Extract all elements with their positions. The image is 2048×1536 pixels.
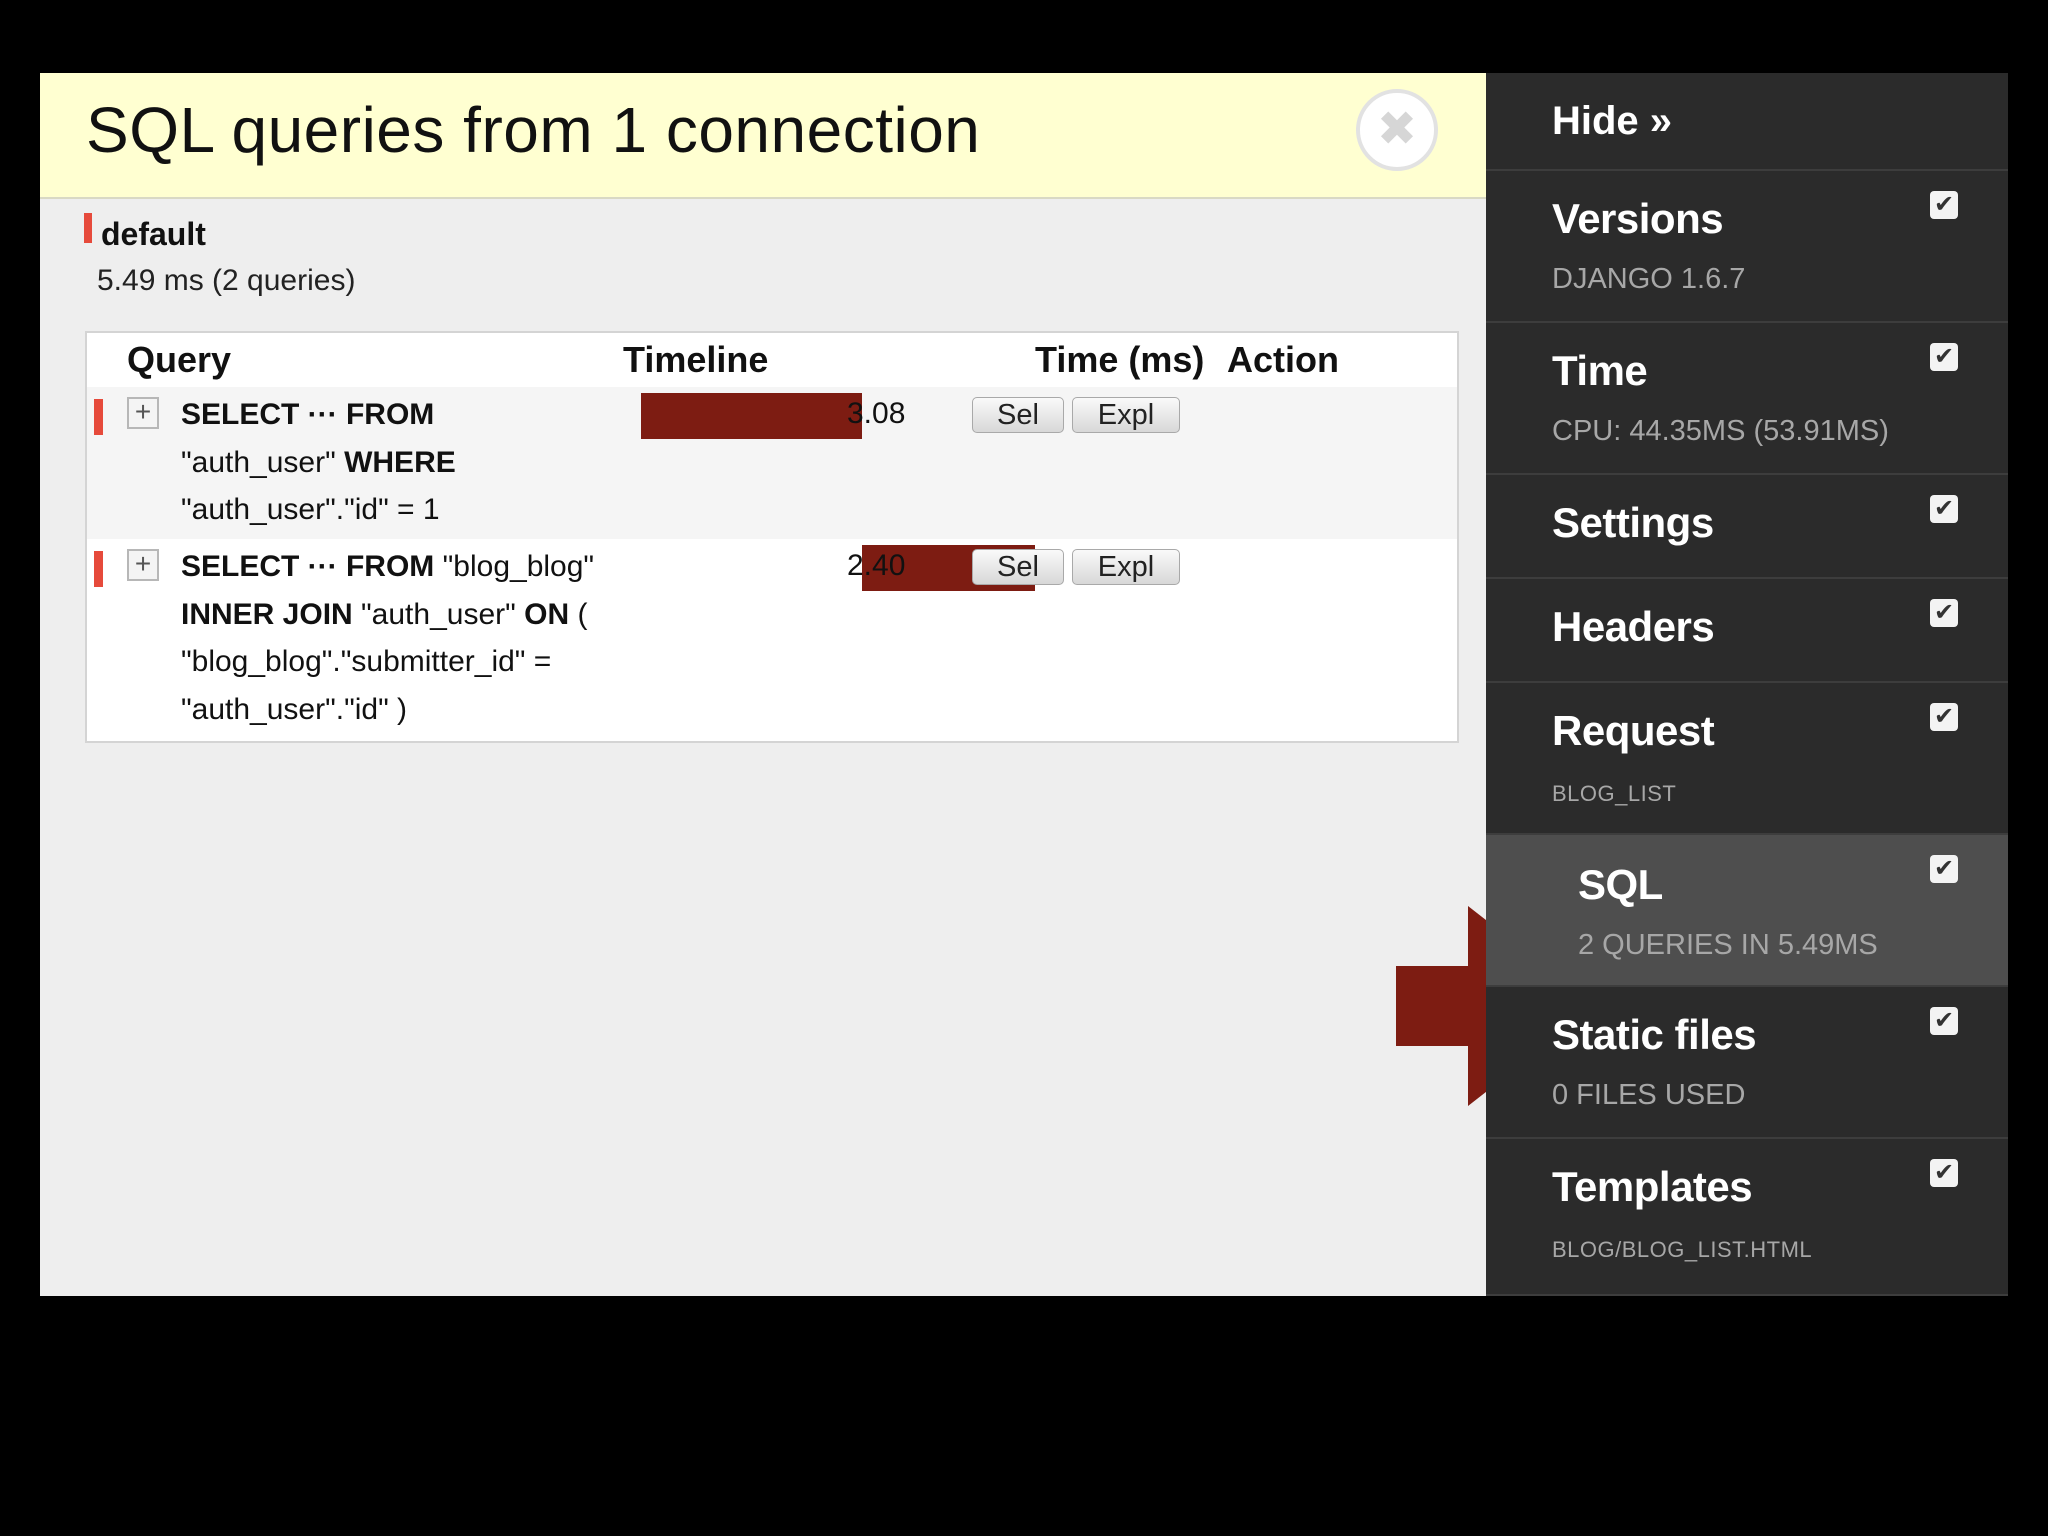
sql-keyword: ON xyxy=(524,597,578,631)
select-button[interactable]: Sel xyxy=(972,549,1064,585)
hide-toolbar-label: Hide » xyxy=(1552,99,1673,143)
column-header-action: Action xyxy=(1227,339,1339,380)
sql-line: SELECT ··· FROM "blog_blog" xyxy=(181,543,641,591)
toggle-checkbox-icon[interactable]: ✔ xyxy=(1930,495,1958,523)
toolbar-item-headers[interactable]: Headers ✔ xyxy=(1486,579,2008,683)
close-icon[interactable]: ✖ xyxy=(1356,89,1438,171)
connection-color-marker xyxy=(84,213,92,243)
panel-header: SQL queries from 1 connection ✖ xyxy=(40,73,1486,199)
toolbar-item-templates[interactable]: Templates BLOG/BLOG_LIST.HTML ✔ xyxy=(1486,1139,2008,1296)
explain-button[interactable]: Expl xyxy=(1072,397,1180,433)
toggle-checkbox-icon[interactable]: ✔ xyxy=(1930,1007,1958,1035)
query-color-marker xyxy=(94,551,103,587)
query-time: 3.08 xyxy=(847,397,906,430)
toolbar-item-subtitle: BLOG/BLOG_LIST.HTML xyxy=(1552,1237,1813,1262)
sql-keyword: SELECT ··· FROM xyxy=(181,398,435,431)
toolbar-item-title: Versions xyxy=(1552,195,1724,242)
sql-fragment: "auth_user"."id" ) xyxy=(181,692,408,726)
sql-line: INNER JOIN "auth_user" ON ( xyxy=(181,591,641,639)
toggle-checkbox-icon[interactable]: ✔ xyxy=(1930,343,1958,371)
connection-name: default xyxy=(101,216,206,252)
query-color-marker xyxy=(94,399,103,435)
query-time: 2.40 xyxy=(847,549,906,582)
sql-line: "auth_user"."id" = 1 xyxy=(181,486,641,534)
query-table: Query Timeline Time (ms) Action + SELECT… xyxy=(85,331,1459,743)
toolbar-item-title: Static files xyxy=(1552,1011,1757,1058)
expand-plus-icon[interactable]: + xyxy=(127,397,159,429)
sql-query-text: SELECT ··· FROM "auth_user" WHERE "auth_us… xyxy=(181,391,641,534)
sql-keyword: INNER JOIN xyxy=(181,597,362,631)
toolbar-item-title: Templates xyxy=(1552,1163,1753,1210)
timeline-bar xyxy=(641,393,863,439)
sql-query-text: SELECT ··· FROM "blog_blog" INNER JOIN "a… xyxy=(181,543,641,733)
toolbar-item-subtitle: DJANGO 1.6.7 xyxy=(1552,263,1746,295)
sql-keyword: SELECT ··· FROM xyxy=(181,550,443,583)
sql-fragment: ( xyxy=(577,597,588,631)
select-button[interactable]: Sel xyxy=(972,397,1064,433)
toolbar-item-versions[interactable]: Versions DJANGO 1.6.7 ✔ xyxy=(1486,171,2008,323)
debug-toolbar-sidebar: Hide » Versions DJANGO 1.6.7 ✔ Time CPU: 44.… xyxy=(1486,73,2008,1296)
expand-plus-icon[interactable]: + xyxy=(127,549,159,581)
toolbar-item-subtitle: CPU: 44.35MS (53.91MS) xyxy=(1552,415,1889,447)
toolbar-item-subtitle: 0 FILES USED xyxy=(1552,1079,1746,1111)
sql-line: SELECT ··· FROM xyxy=(181,391,641,439)
toggle-checkbox-icon[interactable]: ✔ xyxy=(1930,599,1958,627)
debug-toolbar-frame: SQL queries from 1 connection ✖ default … xyxy=(40,73,2008,1296)
toolbar-item-request[interactable]: Request BLOG_LIST ✔ xyxy=(1486,683,2008,835)
toolbar-item-sql[interactable]: SQL 2 QUERIES IN 5.49MS ✔ xyxy=(1486,835,2008,987)
toggle-checkbox-icon[interactable]: ✔ xyxy=(1930,855,1958,883)
column-header-timeline: Timeline xyxy=(623,339,769,380)
toggle-checkbox-icon[interactable]: ✔ xyxy=(1930,703,1958,731)
toolbar-item-title: Settings xyxy=(1552,499,1714,546)
toolbar-item-subtitle: 2 QUERIES IN 5.49MS xyxy=(1578,929,1878,961)
toolbar-item-time[interactable]: Time CPU: 44.35MS (53.91MS) ✔ xyxy=(1486,323,2008,475)
explain-button[interactable]: Expl xyxy=(1072,549,1180,585)
toolbar-item-title: SQL xyxy=(1578,861,1663,908)
toggle-checkbox-icon[interactable]: ✔ xyxy=(1930,191,1958,219)
toolbar-item-title: Request xyxy=(1552,707,1715,754)
toolbar-item-static-files[interactable]: Static files 0 FILES USED ✔ xyxy=(1486,987,2008,1139)
toolbar-item-title: Headers xyxy=(1552,603,1715,650)
sql-fragment: "auth_user" xyxy=(181,445,345,479)
table-row: + SELECT ··· FROM "blog_blog" INNER JOIN … xyxy=(87,539,1457,741)
toolbar-item-title: Time xyxy=(1552,347,1648,394)
panel-title: SQL queries from 1 connection xyxy=(86,94,981,166)
sql-keyword: WHERE xyxy=(344,445,456,479)
sql-line: "auth_user"."id" ) xyxy=(181,686,641,734)
column-header-time: Time (ms) xyxy=(1035,339,1205,380)
column-header-query: Query xyxy=(127,339,232,380)
sql-fragment: "auth_user"."id" = 1 xyxy=(181,493,440,526)
toolbar-item-settings[interactable]: Settings ✔ xyxy=(1486,475,2008,579)
sql-line: "auth_user" WHERE xyxy=(181,439,641,487)
toolbar-item-subtitle: BLOG_LIST xyxy=(1552,781,1677,806)
sql-fragment: "auth_user" xyxy=(361,597,525,631)
sql-fragment: "blog_blog"."submitter_id" = xyxy=(181,645,552,678)
hide-toolbar-button[interactable]: Hide » xyxy=(1486,73,2008,171)
sql-fragment: "blog_blog" xyxy=(442,550,595,583)
table-row: + SELECT ··· FROM "auth_user" WHERE "auth_… xyxy=(87,387,1457,539)
toggle-checkbox-icon[interactable]: ✔ xyxy=(1930,1159,1958,1187)
connection-summary: 5.49 ms (2 queries) xyxy=(97,264,356,297)
sql-line: "blog_blog"."submitter_id" = xyxy=(181,638,641,686)
